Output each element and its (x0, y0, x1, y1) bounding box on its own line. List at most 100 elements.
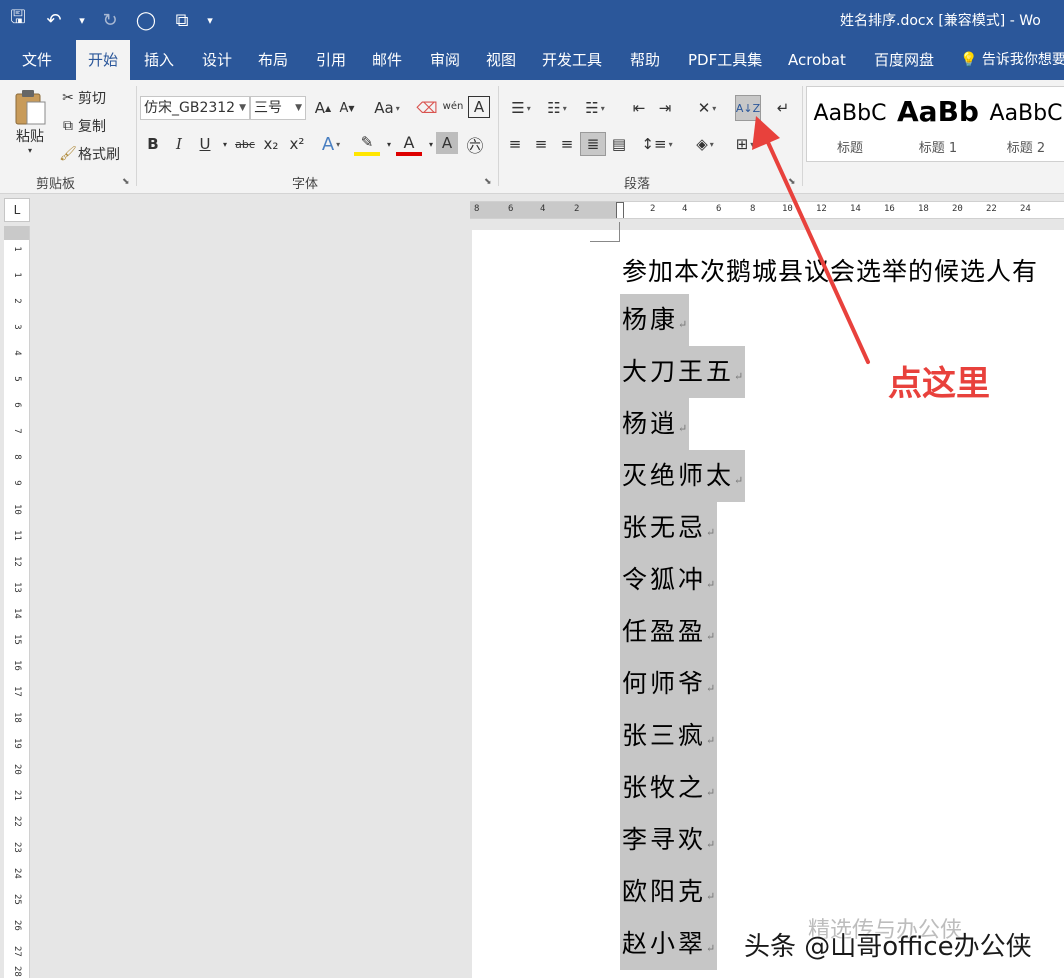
horizontal-ruler[interactable]: 8 6 4 2 2 4 6 8 10 12 14 16 18 20 22 24 (470, 201, 1064, 219)
tab-references[interactable]: 引用 (312, 40, 350, 80)
grow-font-button[interactable]: A ▲ (310, 96, 336, 120)
document-page[interactable] (472, 230, 1064, 978)
circle-icon[interactable]: ◯ (128, 0, 164, 40)
character-border-icon[interactable]: A (468, 96, 490, 118)
tab-insert[interactable]: 插入 (140, 40, 178, 80)
window-title: 姓名排序.docx [兼容模式] - Wo (840, 13, 1041, 29)
ruler-tick: 4 (682, 204, 688, 214)
paragraph-launcher-icon[interactable]: ⬊ (788, 177, 796, 187)
subscript-button[interactable]: x₂ (258, 132, 284, 156)
document-title-line[interactable]: 参加本次鹅城县议会选举的候选人有 (622, 252, 1038, 288)
strikethrough-button[interactable]: abc (232, 132, 258, 156)
style-heading-2[interactable]: AaBbC 标题 2 (983, 87, 1064, 163)
list-item[interactable]: 灭绝师太↵ (620, 450, 760, 502)
borders-icon[interactable]: ⊞ ▾ (728, 132, 762, 156)
clear-formatting-icon[interactable]: ⌫ (414, 96, 440, 120)
shading-icon[interactable]: ◈ ▾ (688, 132, 722, 156)
paste-dropdown-icon[interactable]: ▾ (28, 146, 32, 155)
text-effects-icon[interactable]: A ▾ (318, 132, 344, 156)
multilevel-list-icon[interactable]: ☵ ▾ (578, 96, 612, 120)
tab-help[interactable]: 帮助 (626, 40, 664, 80)
font-size-value: 三号 (254, 100, 282, 116)
list-item[interactable]: 张三疯↵ (620, 710, 760, 762)
increase-indent-icon[interactable]: ⇥ (652, 96, 678, 120)
selected-text: 大刀王五↵ (620, 346, 746, 398)
style-title[interactable]: AaBbC 标题 (807, 87, 893, 163)
list-item[interactable]: 李寻欢↵ (620, 814, 760, 866)
customize-qat-icon[interactable]: ▾ (200, 0, 220, 40)
phonetic-guide-icon[interactable]: wén (440, 94, 466, 118)
bullets-icon[interactable]: ☰ ▾ (504, 96, 538, 120)
list-item[interactable]: 张牧之↵ (620, 762, 760, 814)
list-item[interactable]: 张无忌↵ (620, 502, 760, 554)
align-right-icon[interactable]: ≡ (554, 132, 580, 156)
ruler-tick: 12 (816, 204, 827, 214)
cut-button[interactable]: ✂ 剪切 (58, 88, 106, 108)
shrink-font-button[interactable]: A ▼ (334, 96, 360, 120)
bold-button[interactable]: B (140, 132, 166, 156)
undo-icon[interactable]: ↶ (36, 0, 72, 40)
line-spacing-icon[interactable]: ↕≡ ▾ (640, 132, 674, 156)
tab-review[interactable]: 审阅 (426, 40, 464, 80)
format-painter-button[interactable]: 🖌 格式刷 (58, 144, 120, 164)
selected-text: 赵小翠↵ (620, 918, 718, 970)
ruler-tick: 15 (12, 634, 22, 645)
scissors-icon: ✂ (62, 90, 74, 106)
justify-icon[interactable]: ≣ (580, 132, 606, 156)
enclose-characters-icon[interactable]: ㊅ (462, 132, 488, 157)
list-item[interactable]: 任盈盈↵ (620, 606, 760, 658)
character-shading-icon[interactable]: A (436, 132, 458, 154)
list-item[interactable]: 欧阳克↵ (620, 866, 760, 918)
redo-icon[interactable]: ↻ (92, 0, 128, 40)
change-case-button[interactable]: Aa ▾ (370, 96, 404, 120)
tab-mailings[interactable]: 邮件 (368, 40, 406, 80)
tab-file[interactable]: 文件 (18, 40, 56, 80)
style-sample: AaBbC (813, 101, 887, 126)
indent-marker[interactable] (616, 202, 624, 218)
ruler-tab-selector[interactable]: L (4, 198, 30, 222)
tab-acrobat[interactable]: Acrobat (784, 40, 850, 80)
touch-mode-icon[interactable]: ⧉ (164, 0, 200, 40)
ruler-tick: 8 (750, 204, 756, 214)
italic-button[interactable]: I (166, 132, 192, 156)
tab-view[interactable]: 视图 (482, 40, 520, 80)
list-item[interactable]: 赵小翠↵ (620, 918, 760, 970)
tab-design[interactable]: 设计 (198, 40, 236, 80)
clipboard-launcher-icon[interactable]: ⬊ (122, 177, 130, 187)
font-name-combo[interactable]: 仿宋_GB2312 ▼ (140, 96, 250, 120)
tab-pdf-tools[interactable]: PDF工具集 (684, 40, 766, 80)
chinese-layout-icon[interactable]: ✕ ▾ (690, 96, 724, 120)
selected-text: 任盈盈↵ (620, 606, 718, 658)
superscript-button[interactable]: x² (284, 132, 310, 156)
tab-developer[interactable]: 开发工具 (538, 40, 606, 80)
tab-baidu-netdisk[interactable]: 百度网盘 (870, 40, 938, 80)
list-item[interactable]: 何师爷↵ (620, 658, 760, 710)
font-launcher-icon[interactable]: ⬊ (484, 177, 492, 187)
tell-me-box[interactable]: 💡 告诉我你想要 (960, 40, 1064, 80)
list-item[interactable]: 令狐冲↵ (620, 554, 760, 606)
ruler-tick: 24 (12, 868, 22, 879)
tab-layout[interactable]: 布局 (254, 40, 292, 80)
style-heading-1[interactable]: AaBb 标题 1 (895, 87, 981, 163)
align-center-icon[interactable]: ≡ (528, 132, 554, 156)
decrease-indent-icon[interactable]: ⇤ (626, 96, 652, 120)
tab-home[interactable]: 开始 (76, 40, 130, 80)
align-left-icon[interactable]: ≡ (502, 132, 528, 156)
list-item[interactable]: 大刀王五↵ (620, 346, 760, 398)
show-formatting-marks-icon[interactable]: ↵ (770, 96, 796, 120)
save-icon[interactable]: 🖫 (0, 0, 36, 40)
undo-dropdown-icon[interactable]: ▾ (72, 0, 92, 40)
distributed-icon[interactable]: ▤ (606, 132, 632, 156)
paste-button[interactable]: 粘贴 ▾ (10, 88, 50, 155)
copy-button[interactable]: ⧉ 复制 (58, 116, 106, 136)
group-separator (498, 86, 499, 186)
vertical-ruler[interactable]: 1 1 2 3 4 5 6 7 8 9 10 11 12 13 14 15 16… (4, 226, 30, 978)
ruler-tick: 10 (12, 504, 22, 515)
paste-label: 粘贴 (16, 129, 44, 145)
list-item[interactable]: 杨康↵ (620, 294, 760, 346)
numbering-icon[interactable]: ☷ ▾ (540, 96, 574, 120)
sort-button[interactable]: A↓Z (735, 95, 761, 121)
list-item[interactable]: 杨逍↵ (620, 398, 760, 450)
ruler-tick: 1 (12, 246, 22, 252)
font-size-combo[interactable]: 三号 ▼ (250, 96, 306, 120)
